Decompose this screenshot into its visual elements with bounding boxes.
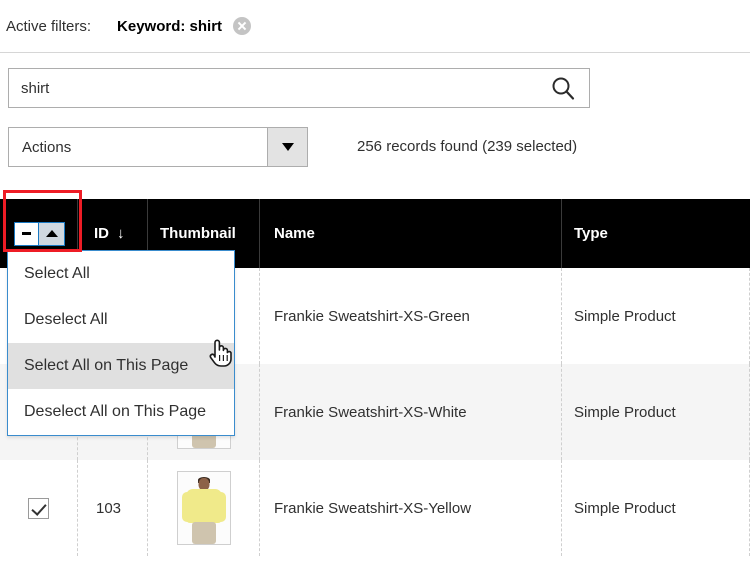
grid-header-thumbnail-label: Thumbnail: [160, 225, 236, 242]
active-filters-label: Active filters:: [6, 17, 92, 35]
row-thumbnail-cell: [148, 460, 260, 556]
search-icon: [552, 77, 575, 100]
close-circle-icon[interactable]: [233, 17, 252, 35]
grid-header-id-label: ID: [94, 225, 109, 242]
row-name-cell: Frankie Sweatshirt-XS-Yellow: [260, 460, 562, 556]
search-submit-button[interactable]: [537, 69, 589, 107]
menu-item-deselect-all[interactable]: Deselect All: [8, 297, 234, 343]
row-type-cell: Simple Product: [562, 364, 750, 460]
row-type-cell: Simple Product: [562, 460, 750, 556]
chevron-up-icon: [45, 230, 58, 237]
row-name-cell: Frankie Sweatshirt-XS-Green: [260, 268, 562, 364]
row-checkbox[interactable]: [28, 497, 49, 519]
row-id-cell: 103: [78, 460, 148, 556]
active-filters-bar: Active filters: Keyword: shirt: [0, 0, 750, 53]
grid-header-type[interactable]: Type: [562, 199, 750, 268]
menu-item-deselect-all-on-this-page[interactable]: Deselect All on This Page: [8, 389, 234, 435]
menu-item-select-all-on-this-page[interactable]: Select All on This Page: [8, 343, 234, 389]
select-all-dropdown-control[interactable]: [14, 221, 65, 246]
dash-icon: [22, 232, 31, 235]
active-filter-chip: Keyword: shirt: [117, 17, 252, 35]
grid-header-name-label: Name: [274, 225, 315, 242]
grid-header-name[interactable]: Name: [260, 199, 562, 268]
arrow-down-icon: ↓: [117, 225, 125, 242]
caret-down-glyph: [281, 143, 294, 151]
actions-dropdown[interactable]: Actions: [8, 127, 308, 167]
search-row: [0, 54, 750, 118]
search-box: [8, 68, 590, 108]
chevron-down-icon[interactable]: [267, 128, 307, 166]
row-select-cell: [0, 460, 78, 556]
actions-row: Actions 256 records found (239 selected): [0, 118, 750, 190]
row-type-cell: Simple Product: [562, 268, 750, 364]
row-name-cell: Frankie Sweatshirt-XS-White: [260, 364, 562, 460]
table-row[interactable]: 103 Frankie Sweatshirt-XS-Yellow Simple …: [0, 460, 750, 556]
yellow-sweatshirt-thumbnail: [176, 471, 231, 545]
select-all-checkbox[interactable]: [15, 222, 38, 245]
select-all-toggle[interactable]: [38, 222, 64, 245]
search-input[interactable]: [9, 69, 537, 107]
grid-header-type-label: Type: [574, 225, 608, 242]
select-all-menu: Select All Deselect All Select All on Th…: [7, 250, 235, 436]
active-filter-chip-label: Keyword: shirt: [117, 17, 223, 35]
records-found-text: 256 records found (239 selected): [357, 138, 578, 155]
menu-item-select-all[interactable]: Select All: [8, 251, 234, 297]
actions-dropdown-label: Actions: [22, 138, 72, 156]
